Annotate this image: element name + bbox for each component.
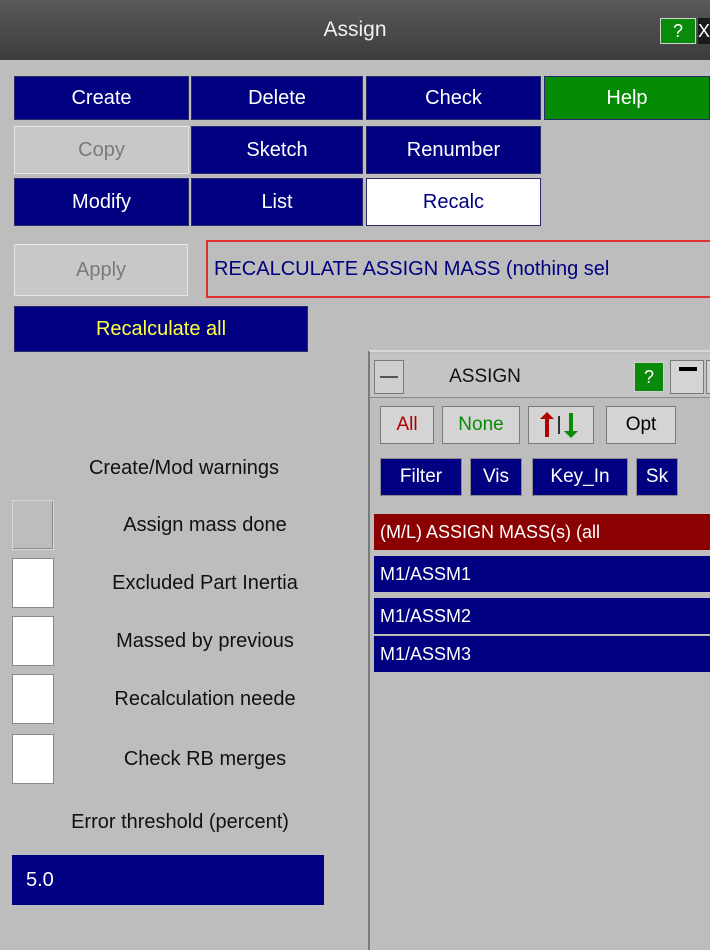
error-threshold-input[interactable]: 5.0 — [12, 855, 324, 905]
recalc-button[interactable]: Recalc — [366, 178, 541, 226]
warnings-heading: Create/Mod warnings — [88, 456, 280, 479]
check-rb-merges-checkbox[interactable] — [12, 734, 54, 784]
error-threshold-label: Error threshold (percent) — [71, 810, 289, 833]
excluded-part-inertia-checkbox[interactable] — [12, 558, 54, 608]
panel-maximize-icon[interactable] — [706, 360, 710, 394]
modify-button[interactable]: Modify — [14, 178, 189, 226]
panel-help-button[interactable]: ? — [634, 362, 664, 392]
panel-shade-icon[interactable] — [670, 360, 704, 394]
assign-mass-done-label: Assign mass done — [123, 513, 287, 536]
vis-button[interactable]: Vis — [470, 458, 522, 496]
recalculation-needed-label: Recalculation neede — [114, 687, 296, 710]
window-help-button[interactable]: ? — [660, 18, 696, 44]
options-button[interactable]: Opt — [606, 406, 676, 444]
help-button[interactable]: Help — [544, 76, 710, 120]
filter-button[interactable]: Filter — [380, 458, 462, 496]
sort-arrows-icon — [540, 412, 578, 438]
renumber-button[interactable]: Renumber — [366, 126, 541, 174]
panel-minimize-icon[interactable] — [374, 360, 404, 394]
select-none-button[interactable]: None — [442, 406, 520, 444]
list-button[interactable]: List — [191, 178, 363, 226]
status-message: RECALCULATE ASSIGN MASS (nothing sel — [206, 240, 710, 298]
sketch-button[interactable]: Sketch — [191, 126, 363, 174]
sketch-select-button[interactable]: Sk — [636, 458, 678, 496]
check-button[interactable]: Check — [366, 76, 541, 120]
copy-button[interactable]: Copy — [14, 126, 189, 174]
recalculation-needed-checkbox[interactable] — [12, 674, 54, 724]
excluded-part-inertia-label: Excluded Part Inertia — [112, 571, 298, 594]
apply-button[interactable]: Apply — [14, 244, 188, 296]
recalculate-all-button[interactable]: Recalculate all — [14, 306, 308, 352]
list-item[interactable]: M1/ASSM2 — [374, 598, 710, 634]
delete-button[interactable]: Delete — [191, 76, 363, 120]
list-item[interactable]: M1/ASSM1 — [374, 556, 710, 592]
key-in-button[interactable]: Key_In — [532, 458, 628, 496]
window-title-bar[interactable]: Assign — [0, 0, 710, 60]
massed-by-previous-label: Massed by previous — [116, 629, 294, 652]
sort-order-button[interactable] — [528, 406, 594, 444]
list-item[interactable]: M1/ASSM3 — [374, 636, 710, 672]
create-button[interactable]: Create — [14, 76, 189, 120]
assign-mass-done-checkbox[interactable] — [12, 500, 54, 550]
list-header[interactable]: (M/L) ASSIGN MASS(s) (all — [374, 514, 710, 550]
check-rb-merges-label: Check RB merges — [123, 747, 287, 770]
window-close-button[interactable]: X — [698, 18, 710, 44]
panel-title: ASSIGN — [449, 366, 521, 387]
massed-by-previous-checkbox[interactable] — [12, 616, 54, 666]
window-title: Assign — [323, 18, 387, 41]
select-all-button[interactable]: All — [380, 406, 434, 444]
